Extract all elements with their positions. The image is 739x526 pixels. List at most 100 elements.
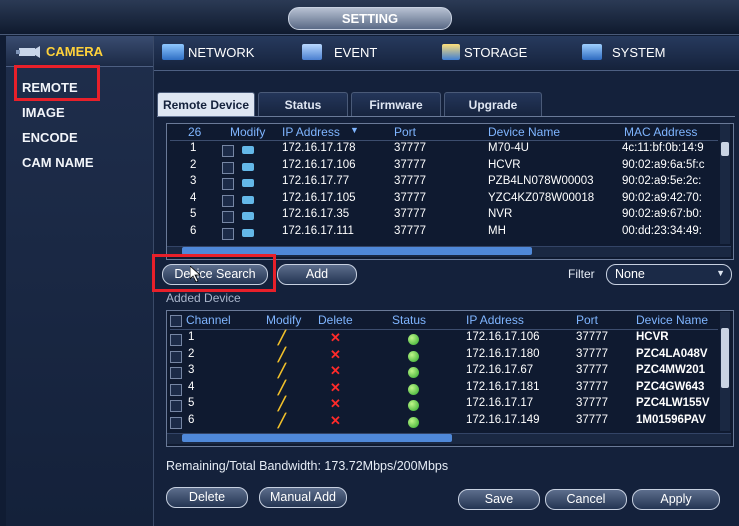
status-online-icon [408, 416, 419, 428]
row-checkbox[interactable] [222, 145, 234, 157]
table-row[interactable]: 6 ╱ ✕ 172.16.17.149 37777 1M01596PAV [166, 413, 720, 430]
row-checkbox[interactable] [222, 161, 234, 174]
row-checkbox[interactable] [222, 194, 234, 207]
col-ip-address[interactable]: IP Address [282, 125, 340, 139]
delete-x-icon[interactable]: ✕ [330, 363, 341, 379]
col-channel[interactable]: Channel [186, 313, 231, 327]
add-button[interactable]: Add [277, 264, 357, 285]
nav-event[interactable]: EVENT [302, 44, 377, 60]
manual-add-button[interactable]: Manual Add [259, 487, 347, 508]
device-search-button[interactable]: Device Search [162, 264, 268, 285]
col-port[interactable]: Port [394, 125, 416, 139]
col-ip-address[interactable]: IP Address [466, 313, 524, 327]
filter-select-value: None [615, 267, 645, 281]
table-row[interactable]: 5 172.16.17.35 37777 NVR 90:02:a9:67:b0: [166, 208, 720, 224]
device-name: NVR [488, 208, 513, 220]
device-name: MH [488, 224, 506, 237]
window-title: SETTING [288, 7, 452, 30]
pencil-icon[interactable]: ╱ [278, 363, 286, 379]
tab-upgrade[interactable]: Upgrade [444, 92, 542, 117]
row-checkbox[interactable] [170, 400, 182, 412]
table-row[interactable]: 4 172.16.17.105 37777 YZC4KZ078W00018 90:02:… [166, 192, 720, 208]
row-checkbox[interactable] [170, 383, 182, 396]
col-device-name[interactable]: Device Name [488, 125, 560, 139]
added-hscroll-thumb[interactable] [182, 434, 452, 442]
tab-firmware[interactable]: Firmware [351, 92, 441, 117]
select-all-checkbox[interactable] [170, 315, 182, 327]
device-name: PZB4LN078W00003 [488, 175, 594, 187]
pencil-icon[interactable]: ╱ [278, 413, 286, 429]
delete-button[interactable]: Delete [166, 487, 248, 508]
tab-remote-device[interactable]: Remote Device [157, 92, 255, 117]
search-vscroll-thumb[interactable] [721, 142, 729, 156]
modify-icon[interactable] [242, 146, 254, 154]
nav-system[interactable]: SYSTEM [582, 44, 665, 60]
table-row[interactable]: 6 172.16.17.111 37777 MH 00:dd:23:34:49: [166, 225, 720, 241]
table-row[interactable]: 4 ╱ ✕ 172.16.17.181 37777 PZC4GW643 [166, 380, 720, 397]
delete-x-icon[interactable]: ✕ [330, 330, 341, 346]
ip-address: 172.16.17.181 [466, 380, 540, 393]
sidebar-section-camera[interactable]: CAMERA [46, 44, 103, 59]
table-row[interactable]: 1 ╱ ✕ 172.16.17.106 37777 HCVR [166, 330, 720, 347]
col-device-name[interactable]: Device Name [636, 313, 708, 327]
nav-event-label: EVENT [334, 44, 378, 60]
pencil-icon[interactable]: ╱ [278, 396, 286, 412]
mouse-cursor-icon [189, 265, 202, 287]
row-checkbox[interactable] [222, 227, 234, 240]
channel: 2 [188, 347, 195, 360]
row-checkbox[interactable] [170, 334, 182, 346]
nav-network-label: NETWORK [188, 44, 255, 60]
delete-x-icon[interactable]: ✕ [330, 413, 341, 429]
row-checkbox[interactable] [170, 367, 182, 379]
sidebar-item-remote[interactable]: REMOTE [22, 80, 78, 95]
sidebar-item-encode[interactable]: ENCODE [22, 130, 78, 145]
modify-icon[interactable] [242, 179, 254, 187]
modify-icon[interactable] [242, 162, 254, 171]
device-name: PZC4MW201 [636, 364, 706, 376]
channel: 3 [188, 364, 195, 376]
table-row[interactable]: 2 ╱ ✕ 172.16.17.180 37777 PZC4LA048V [166, 347, 720, 364]
device-name: PZC4LA048V [636, 347, 708, 360]
search-table-header: 26 Modify IP Address ▼ Port Device Name … [166, 125, 722, 141]
table-row[interactable]: 1 172.16.17.178 37777 M70-4U 4c:11:bf:0b:14:… [166, 142, 720, 158]
ip-address: 172.16.17.77 [282, 175, 350, 187]
mac-address: 90:02:a9:67:b0: [622, 208, 702, 220]
save-button[interactable]: Save [458, 489, 540, 510]
table-row[interactable]: 2 172.16.17.106 37777 HCVR 90:02:a9:6a:5f:c [166, 159, 720, 175]
modify-icon[interactable] [242, 228, 254, 237]
ip-address: 172.16.17.180 [466, 347, 540, 360]
col-mac-address[interactable]: MAC Address [624, 125, 697, 139]
row-checkbox[interactable] [170, 350, 182, 363]
nav-network[interactable]: NETWORK [162, 44, 254, 60]
cancel-button[interactable]: Cancel [545, 489, 627, 510]
delete-x-icon[interactable]: ✕ [330, 380, 341, 396]
device-name: HCVR [636, 331, 669, 343]
sidebar-item-cam-name[interactable]: CAM NAME [22, 155, 94, 170]
tab-status[interactable]: Status [258, 92, 348, 117]
sidebar-item-image[interactable]: IMAGE [22, 105, 65, 120]
delete-x-icon[interactable]: ✕ [330, 347, 341, 363]
table-row[interactable]: 3 172.16.17.77 37777 PZB4LN078W00003 90:02:a… [166, 175, 720, 191]
row-checkbox[interactable] [222, 178, 234, 190]
col-modify[interactable]: Modify [230, 125, 265, 139]
port: 37777 [394, 191, 426, 204]
modify-icon[interactable] [242, 212, 254, 220]
row-checkbox[interactable] [222, 211, 234, 223]
apply-button[interactable]: Apply [632, 489, 720, 510]
filter-select[interactable]: None ▼ [606, 264, 732, 285]
col-port[interactable]: Port [576, 313, 598, 327]
pencil-icon[interactable]: ╱ [278, 347, 286, 363]
row-checkbox[interactable] [170, 416, 182, 429]
pencil-icon[interactable]: ╱ [278, 330, 286, 346]
table-row[interactable]: 5 ╱ ✕ 172.16.17.17 37777 PZC4LW155V [166, 396, 720, 413]
row-number: 3 [190, 175, 197, 187]
delete-x-icon[interactable]: ✕ [330, 396, 341, 412]
mac-address: 90:02:a9:6a:5f:c [622, 158, 705, 171]
port: 37777 [576, 364, 608, 376]
ip-address: 172.16.17.35 [282, 208, 350, 220]
table-row[interactable]: 3 ╱ ✕ 172.16.17.67 37777 PZC4MW201 [166, 363, 720, 380]
added-vscroll-thumb[interactable] [721, 328, 729, 388]
pencil-icon[interactable]: ╱ [278, 380, 286, 396]
modify-icon[interactable] [242, 195, 254, 204]
nav-storage[interactable]: STORAGE [442, 44, 527, 60]
